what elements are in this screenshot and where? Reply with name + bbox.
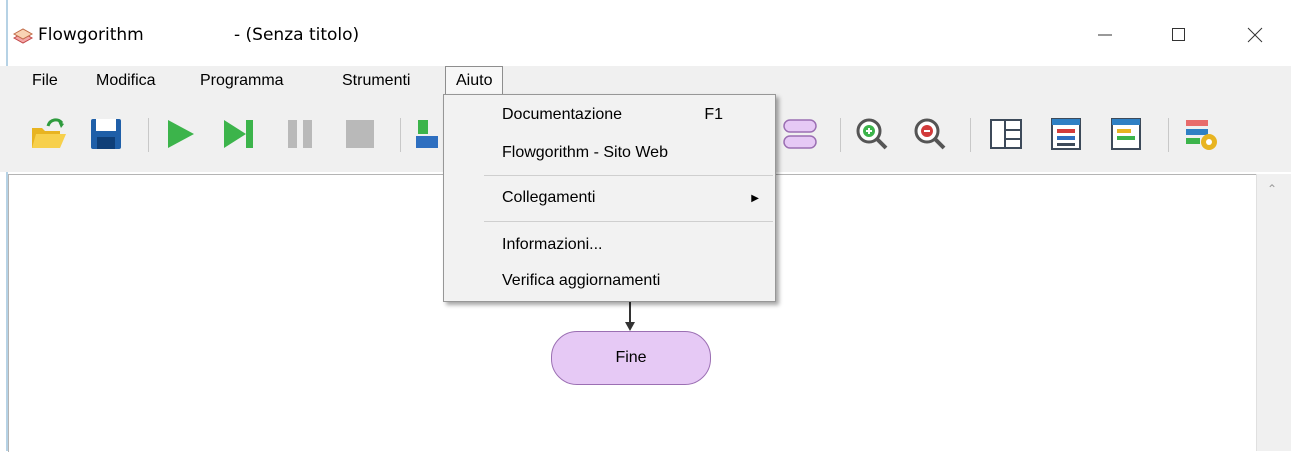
title-bar: Flowgorithm - (Senza titolo): [0, 0, 1291, 70]
stop-icon[interactable]: [340, 114, 380, 154]
flowchart-shape-icon[interactable]: [780, 114, 820, 154]
toolbar-separator: [148, 118, 149, 152]
menu-item-verifica-aggiornamenti[interactable]: Verifica aggiornamenti: [502, 267, 660, 295]
zoom-in-icon[interactable]: [852, 114, 892, 154]
menu-item-informazioni[interactable]: Informazioni...: [502, 231, 602, 259]
toolbar-separator: [970, 118, 971, 152]
open-folder-icon[interactable]: [28, 114, 68, 154]
scroll-up-icon[interactable]: ⌃: [1267, 182, 1277, 196]
app-name: Flowgorithm: [38, 25, 144, 45]
toolbar-separator: [400, 118, 401, 152]
layout-panels-icon[interactable]: [986, 114, 1026, 154]
flow-arrow: [625, 300, 635, 331]
menu-bar: File Modifica Programma Strumenti Aiuto: [0, 66, 1291, 96]
variable-watch-icon[interactable]: [1046, 114, 1086, 154]
flowgorithm-logo-icon: [12, 28, 34, 44]
minimize-icon[interactable]: [1090, 20, 1120, 50]
end-node[interactable]: Fine: [551, 331, 711, 385]
save-icon[interactable]: [86, 114, 126, 154]
help-dropdown-menu: Documentazione F1 Flowgorithm - Sito Web…: [443, 94, 776, 302]
toolbar-separator: [1168, 118, 1169, 152]
pause-icon[interactable]: [280, 114, 320, 154]
menu-modifica[interactable]: Modifica: [86, 66, 166, 96]
menu-gutter: [444, 95, 482, 301]
vertical-scrollbar[interactable]: ⌃: [1256, 174, 1291, 451]
settings-layout-icon[interactable]: [1182, 114, 1222, 154]
menu-aiuto[interactable]: Aiuto: [445, 66, 504, 96]
menu-item-documentazione[interactable]: Documentazione: [502, 101, 622, 129]
menu-programma[interactable]: Programma: [190, 66, 294, 96]
menu-item-collegamenti[interactable]: Collegamenti: [502, 184, 595, 212]
close-icon[interactable]: [1240, 20, 1270, 50]
shortcut-label: F1: [704, 106, 723, 123]
menu-separator: [484, 175, 773, 176]
menu-strumenti[interactable]: Strumenti: [332, 66, 420, 96]
submenu-arrow-icon: ▶: [751, 193, 759, 204]
menu-file[interactable]: File: [22, 66, 68, 96]
toolbar-separator: [840, 118, 841, 152]
step-icon[interactable]: [218, 114, 258, 154]
console-icon[interactable]: [1106, 114, 1146, 154]
zoom-out-icon[interactable]: [910, 114, 950, 154]
menu-separator: [484, 221, 773, 222]
menu-item-sito-web[interactable]: Flowgorithm - Sito Web: [502, 139, 668, 167]
maximize-icon[interactable]: [1164, 20, 1194, 50]
document-title: - (Senza titolo): [234, 25, 360, 45]
run-icon[interactable]: [160, 114, 200, 154]
